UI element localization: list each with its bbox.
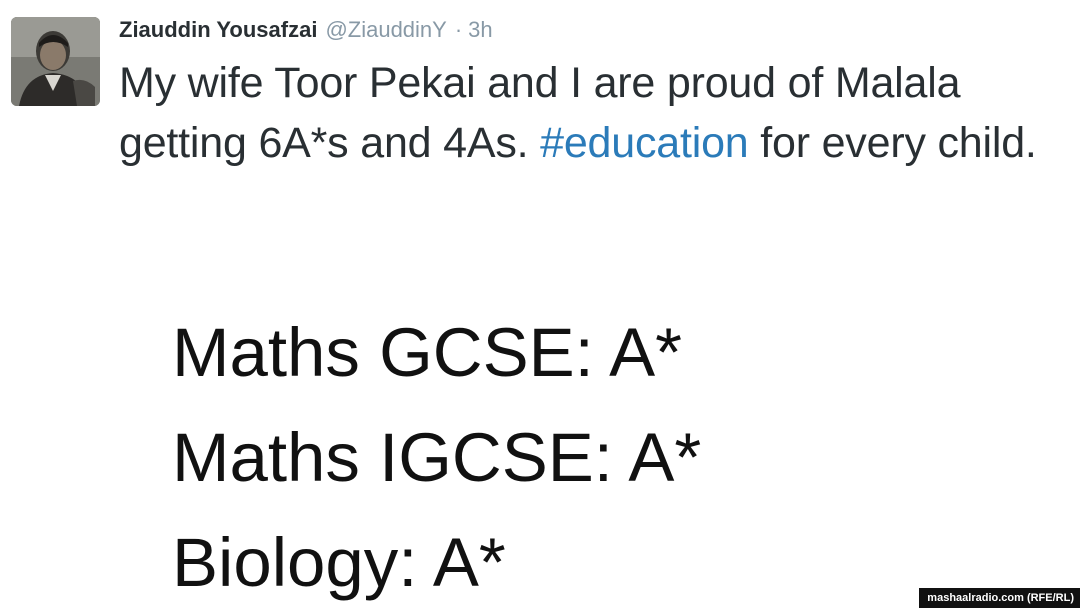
author-display-name[interactable]: Ziauddin Yousafzai [119,15,317,45]
grade-line: Biology: A* [172,524,506,601]
author-screen-name[interactable]: @ZiauddinY [325,15,446,45]
tweet-header: Ziauddin Yousafzai @ZiauddinY · 3h [119,15,493,45]
author-avatar[interactable] [11,17,100,106]
grade-line: Maths IGCSE: A* [172,419,702,496]
tweet-timestamp[interactable]: 3h [468,15,492,45]
source-watermark: mashaalradio.com (RFE/RL) [919,588,1080,608]
grade-line: Maths GCSE: A* [172,314,683,391]
avatar-photo-icon [11,17,100,106]
grades-image: Maths GCSE: A* Maths IGCSE: A* Biology: … [172,300,932,608]
hashtag-education-link[interactable]: #education [540,119,749,167]
tweet-text-part2: for every child. [748,119,1037,167]
tweet: Ziauddin Yousafzai @ZiauddinY · 3h My wi… [0,0,1080,608]
header-separator: · [454,17,463,42]
tweet-text: My wife Toor Pekai and I are proud of Ma… [119,53,1049,173]
